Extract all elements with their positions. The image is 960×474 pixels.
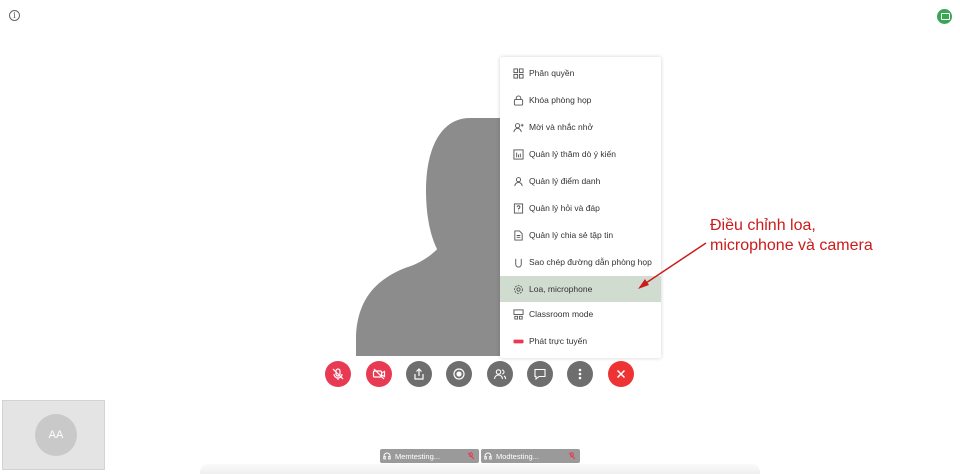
participant-tile[interactable]: Memtesting... (380, 449, 479, 463)
invite-user-icon (512, 121, 524, 133)
gear-icon (512, 283, 524, 295)
live-icon (512, 335, 524, 347)
menu-item-copy-link[interactable]: Sao chép đường dẫn phòng họp (500, 249, 661, 275)
participants-button[interactable] (487, 361, 513, 387)
menu-item-label: Classroom mode (529, 309, 594, 319)
annotation-text: Điều chỉnh loa, microphone và camera (710, 216, 873, 256)
more-options-menu: Phân quyền Khóa phòng họp Mời và nhắc nh… (500, 57, 661, 358)
menu-item-label: Loa, microphone (529, 284, 593, 294)
self-video-tile[interactable]: AA (2, 400, 105, 470)
file-share-icon (512, 229, 524, 241)
menu-item-label: Quản lý điểm danh (529, 176, 601, 186)
menu-item-label: Quản lý thăm dò ý kiến (529, 149, 616, 159)
leave-button[interactable] (608, 361, 634, 387)
menu-item-lock-room[interactable]: Khóa phòng họp (500, 87, 661, 113)
menu-item-invite[interactable]: Mời và nhắc nhở (500, 114, 661, 140)
menu-item-speaker-microphone[interactable]: Loa, microphone (500, 276, 661, 302)
lock-icon (512, 94, 524, 106)
avatar: AA (35, 414, 77, 456)
annotation-line-2: microphone và camera (710, 237, 873, 254)
permissions-icon (512, 67, 524, 79)
chat-button[interactable] (527, 361, 553, 387)
menu-item-label: Sao chép đường dẫn phòng họp (529, 257, 652, 267)
connection-status-icon[interactable] (937, 9, 952, 24)
qa-icon (512, 202, 524, 214)
avatar-initials: AA (48, 429, 64, 441)
attendance-icon (512, 175, 524, 187)
record-icon (453, 368, 465, 380)
menu-item-file-share[interactable]: Quản lý chia sẻ tập tin (500, 222, 661, 248)
menu-item-qa[interactable]: Quản lý hỏi và đáp (500, 195, 661, 221)
participant-tile[interactable]: Modtesting... (481, 449, 580, 463)
headset-icon (383, 452, 391, 460)
menu-item-label: Phân quyền (529, 68, 575, 78)
menu-item-attendance[interactable]: Quản lý điểm danh (500, 168, 661, 194)
menu-item-label: Mời và nhắc nhở (529, 122, 594, 132)
menu-item-polls[interactable]: Quản lý thăm dò ý kiến (500, 141, 661, 167)
headset-icon (484, 452, 492, 460)
participant-strip (200, 464, 760, 474)
menu-item-label: Khóa phòng họp (529, 95, 592, 105)
menu-item-live-stream[interactable]: Phát trực tuyến (500, 328, 661, 354)
share-icon (414, 368, 424, 380)
menu-item-permissions[interactable]: Phân quyền (500, 60, 661, 86)
chat-icon (534, 368, 546, 381)
more-vertical-icon (578, 368, 582, 380)
annotation-line-1: Điều chỉnh loa, (710, 217, 816, 234)
share-button[interactable] (406, 361, 432, 387)
poll-icon (512, 148, 524, 160)
classroom-icon (512, 308, 524, 320)
mic-off-icon (332, 368, 344, 380)
menu-item-label: Quản lý chia sẻ tập tin (529, 230, 614, 240)
info-icon[interactable]: i (9, 10, 20, 21)
participant-name: Memtesting... (395, 451, 441, 461)
record-button[interactable] (446, 361, 472, 387)
participants-icon (493, 369, 507, 380)
participant-name: Modtesting... (496, 451, 539, 461)
menu-item-label: Quản lý hỏi và đáp (529, 203, 600, 213)
mic-muted-icon (467, 452, 475, 460)
menu-item-classroom-mode[interactable]: Classroom mode (500, 301, 661, 327)
mic-muted-icon (568, 452, 576, 460)
mic-toggle-button[interactable] (325, 361, 351, 387)
menu-item-label: Phát trực tuyến (529, 336, 588, 346)
more-options-button[interactable] (567, 361, 593, 387)
camera-toggle-button[interactable] (366, 361, 392, 387)
copy-link-icon (512, 256, 524, 268)
camera-off-icon (372, 368, 386, 380)
close-icon (616, 369, 626, 379)
